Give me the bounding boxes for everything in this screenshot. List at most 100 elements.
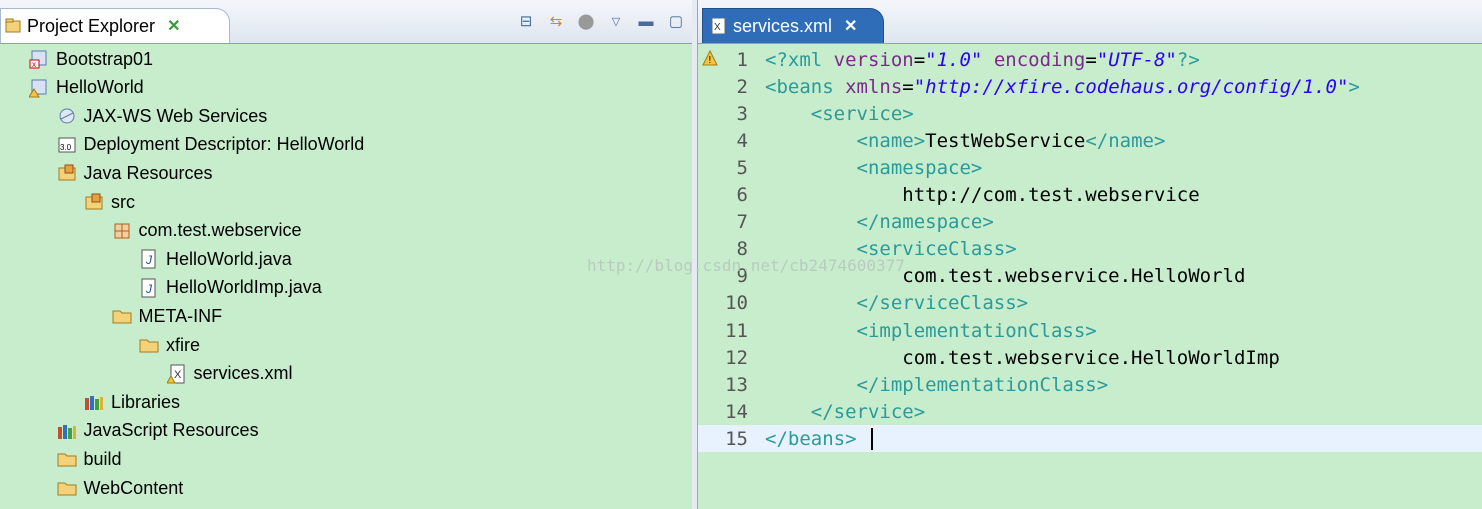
tree-item-label: Java Resources: [83, 162, 213, 183]
tree-item-label: Libraries: [111, 391, 181, 412]
line-number: 6: [736, 184, 748, 206]
project-explorer-icon: [5, 18, 21, 34]
folder-icon: [56, 477, 78, 499]
tree-item-label: src: [111, 191, 135, 212]
code-token: <namespace>: [856, 156, 983, 179]
tree-item[interactable]: Libraries: [83, 388, 180, 416]
tab-project-explorer-label: Project Explorer: [27, 15, 156, 36]
tab-project-explorer[interactable]: Project Explorer ✕: [0, 8, 230, 43]
svg-text:J: J: [145, 282, 153, 296]
tree-item[interactable]: WebContent: [56, 474, 184, 502]
libraries-icon: [83, 391, 105, 413]
code-line[interactable]: 7 </namespace>: [698, 209, 1482, 236]
code-text: <service>: [765, 103, 914, 125]
xml-file-warning-icon: X: [166, 363, 188, 385]
close-icon[interactable]: ✕: [167, 16, 180, 36]
tree-item-label: services.xml: [193, 363, 293, 384]
code-line[interactable]: 14 </service>: [698, 398, 1482, 425]
tree-item-label: com.test.webservice: [138, 220, 302, 241]
line-number: 4: [736, 129, 748, 152]
code-text: </beans>: [765, 428, 873, 451]
svg-text:x: x: [32, 60, 36, 69]
code-token: <beans: [765, 75, 846, 98]
tree-item[interactable]: build: [56, 445, 122, 473]
code-text: <beans xmlns="http://xfire.codehaus.org/…: [765, 76, 1360, 98]
tree-item-label: HelloWorldImp.java: [166, 277, 322, 298]
tree-item[interactable]: Java Resources: [56, 159, 213, 187]
tree-item[interactable]: xfire: [138, 331, 200, 359]
tree-item[interactable]: com.test.webservice: [111, 217, 302, 245]
collapse-all-icon[interactable]: ⊟: [516, 12, 536, 30]
code-line[interactable]: 15 </beans>: [698, 425, 1482, 453]
line-number: 1: [736, 48, 748, 71]
code-token: =: [1085, 48, 1097, 71]
link-with-editor-icon[interactable]: ⇆: [546, 12, 566, 30]
java-resources-icon: [56, 162, 78, 184]
tree-item-label: WebContent: [83, 477, 184, 498]
code-line[interactable]: 4 <name>TestWebService</name>: [698, 127, 1482, 154]
tree-item[interactable]: Xservices.xml: [166, 360, 293, 388]
tree-item[interactable]: HelloWorld: [28, 74, 144, 102]
code-text: <implementationClass>: [765, 320, 1097, 342]
tree-item[interactable]: J HelloWorldImp.java: [138, 274, 322, 302]
tree-item[interactable]: JavaScript Resources: [56, 417, 259, 445]
folder-icon: [56, 448, 78, 470]
tree-item-label: JavaScript Resources: [83, 420, 259, 441]
tree-item[interactable]: J HelloWorld.java: [138, 245, 292, 273]
code-line[interactable]: 3 <service>: [698, 100, 1482, 127]
xml-editor-view: X services.xml ✕ ! 1 <?xml version="1.0" …: [697, 0, 1482, 509]
tree-item[interactable]: JAX-WS Web Services: [56, 102, 268, 130]
code-token: </service>: [810, 400, 926, 423]
code-line[interactable]: 10 </serviceClass>: [698, 290, 1482, 317]
code-token: =: [902, 75, 914, 98]
maximize-icon[interactable]: ▢: [666, 12, 686, 30]
xml-file-icon: X: [711, 17, 727, 35]
java-file-icon: J: [138, 277, 160, 299]
project-explorer-tabbar: Project Explorer ✕ ⊟ ⇆ ⬤ ▽ ▬ ▢: [0, 0, 692, 44]
code-token: </serviceClass>: [856, 292, 1029, 315]
code-token: </namespace>: [856, 211, 994, 234]
code-token: <implementationClass>: [856, 319, 1097, 342]
tab-services-xml[interactable]: X services.xml ✕: [702, 8, 884, 43]
code-text: <?xml version="1.0" encoding="UTF-8"?>: [765, 49, 1200, 71]
filters-icon[interactable]: ⬤: [576, 12, 596, 30]
code-line[interactable]: 12 com.test.webservice.HelloWorldImp: [698, 344, 1482, 371]
folder-icon: [138, 334, 160, 356]
code-line[interactable]: 2 <beans xmlns="http://xfire.codehaus.org…: [698, 73, 1482, 100]
code-line[interactable]: 6 http://com.test.webservice: [698, 182, 1482, 209]
deployment-descriptor-icon: 3.0: [56, 134, 78, 156]
code-line[interactable]: 11 <implementationClass>: [698, 317, 1482, 344]
code-text: </service>: [765, 401, 925, 423]
code-token: =: [913, 48, 926, 71]
line-number: 10: [725, 292, 748, 315]
view-menu-icon[interactable]: ▽: [606, 12, 626, 30]
code-editor[interactable]: ! 1 <?xml version="1.0" encoding="UTF-8"?…: [698, 44, 1482, 509]
code-token: "http://xfire.codehaus.org/config/1.0": [913, 75, 1349, 98]
tree-item[interactable]: META-INF: [111, 302, 222, 330]
code-text: </namespace>: [765, 211, 994, 233]
code-text: http://com.test.webservice: [765, 184, 1199, 206]
tree-item-label: xfire: [166, 334, 201, 355]
code-line[interactable]: 5 <namespace>: [698, 154, 1482, 181]
svg-text:X: X: [174, 369, 182, 381]
line-number: 15: [725, 427, 748, 450]
code-token: encoding: [993, 48, 1086, 71]
close-icon[interactable]: ✕: [844, 16, 857, 36]
tree-item[interactable]: x Bootstrap01: [28, 45, 153, 73]
tree-item[interactable]: 3.0 Deployment Descriptor: HelloWorld: [56, 131, 364, 159]
code-line[interactable]: 13 </implementationClass>: [698, 371, 1482, 398]
code-token: </implementationClass>: [856, 373, 1109, 396]
tree-item[interactable]: src: [83, 188, 135, 216]
watermark: http://blog.csdn.net/cb2474600377: [587, 256, 905, 275]
line-number: 5: [736, 156, 748, 179]
code-token: >: [1348, 75, 1360, 98]
code-line[interactable]: 1 <?xml version="1.0" encoding="UTF-8"?>: [698, 46, 1482, 73]
tree-item-label: JAX-WS Web Services: [83, 105, 268, 126]
minimize-icon[interactable]: ▬: [636, 12, 656, 30]
code-text: </implementationClass>: [765, 373, 1109, 396]
